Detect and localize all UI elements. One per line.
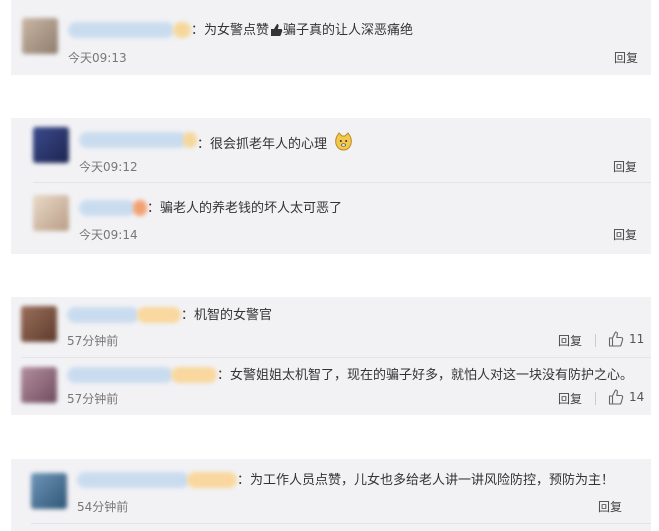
reply-button[interactable]: 回复 xyxy=(613,227,637,243)
avatar[interactable] xyxy=(21,306,57,342)
user-badge xyxy=(173,22,191,38)
user-badge xyxy=(133,200,147,216)
thumbs-up-hand-icon xyxy=(271,24,283,36)
avatar[interactable] xyxy=(21,367,57,403)
comment-time: 今天09:14 xyxy=(79,228,138,242)
comment-time: 57分钟前 xyxy=(67,334,119,348)
like-count: 14 xyxy=(629,390,645,404)
action-separator xyxy=(595,392,596,405)
divider xyxy=(21,357,651,358)
doge-face-icon xyxy=(335,132,352,151)
reply-button[interactable]: 回复 xyxy=(614,50,638,66)
comment-text: ：机智的女警官 xyxy=(181,308,273,323)
username[interactable] xyxy=(67,307,139,323)
comment-text: ：骗老人的养老钱的坏人太可恶了 xyxy=(147,201,343,216)
comment-text: ：为工作人员点赞，儿女也多给老人讲一讲风险防控，预防为主！ xyxy=(237,473,615,488)
comment-time: 57分钟前 xyxy=(67,392,119,406)
comment-text: ：为女警点赞 骗子真的让人深恶痛绝 xyxy=(191,23,414,38)
username[interactable] xyxy=(79,132,187,148)
thumbs-up-icon xyxy=(608,331,624,347)
avatar[interactable] xyxy=(33,195,69,231)
comment-card: ：机智的女警官 57分钟前 回复 11 ：女警姐姐太机智了，现在的骗子好多，就怕… xyxy=(11,297,651,415)
comment-text: ：很会抓老年人的心理 xyxy=(197,132,353,154)
comment-card: ：为女警点赞 骗子真的让人深恶痛绝 今天09:13 回复 xyxy=(11,0,651,75)
comment-card: ：为工作人员点赞，儿女也多给老人讲一讲风险防控，预防为主！ 54分钟前 回复 xyxy=(11,459,651,531)
divider xyxy=(31,523,651,524)
like-button[interactable]: 14 xyxy=(608,389,644,405)
avatar[interactable] xyxy=(31,473,67,509)
username[interactable] xyxy=(67,367,173,383)
reply-button[interactable]: 回复 xyxy=(613,159,637,175)
user-badge xyxy=(171,367,217,383)
user-badge xyxy=(183,132,197,148)
comment-time: 今天09:12 xyxy=(79,160,138,174)
avatar[interactable] xyxy=(22,18,58,54)
avatar[interactable] xyxy=(33,127,69,163)
reply-button[interactable]: 回复 xyxy=(558,333,582,349)
comment-card: ：很会抓老年人的心理 今天09:12 回复 ：骗老人的养老钱的坏人太可恶了 今天… xyxy=(11,118,651,254)
comment-time: 今天09:13 xyxy=(68,51,127,65)
user-badge xyxy=(137,307,181,323)
thumbs-up-icon xyxy=(608,389,624,405)
action-separator xyxy=(595,334,596,347)
like-button[interactable]: 11 xyxy=(608,331,644,347)
like-count: 11 xyxy=(629,332,645,346)
user-badge xyxy=(187,472,237,488)
comment-time: 54分钟前 xyxy=(77,500,129,514)
username[interactable] xyxy=(77,472,189,488)
username[interactable] xyxy=(79,200,135,216)
divider xyxy=(33,182,651,183)
username[interactable] xyxy=(68,22,174,38)
reply-button[interactable]: 回复 xyxy=(598,499,622,515)
comment-text: ：女警姐姐太机智了，现在的骗子好多，就怕人对这一块没有防护之心。 xyxy=(217,368,634,383)
reply-button[interactable]: 回复 xyxy=(558,391,582,407)
